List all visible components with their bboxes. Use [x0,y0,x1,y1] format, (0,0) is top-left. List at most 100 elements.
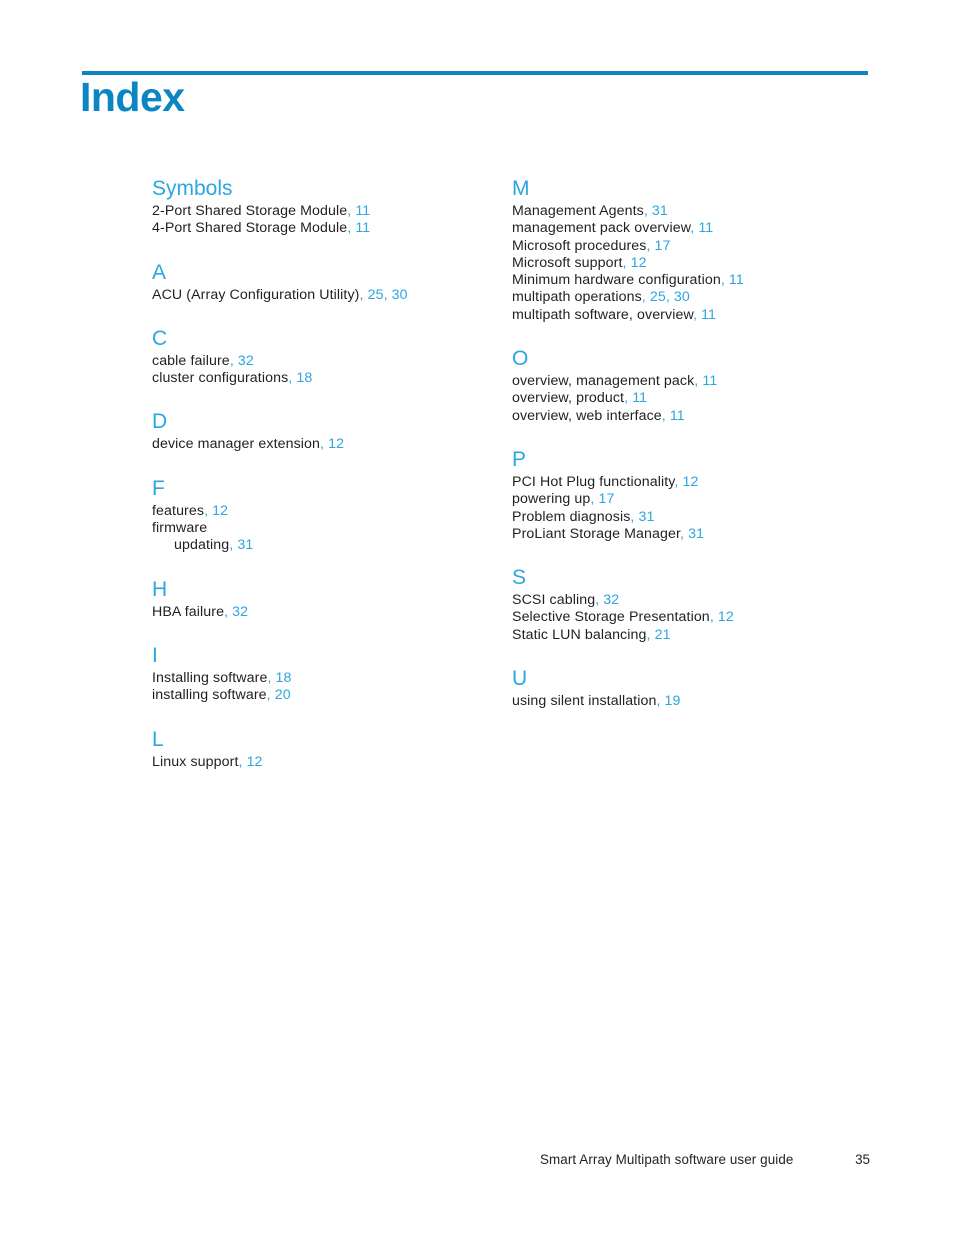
index-entry-pages[interactable]: , 18 [288,370,312,386]
index-column-right: M Management Agents, 31 management pack ov… [512,176,882,710]
index-section-letter: C [152,326,168,350]
index-entry-pages[interactable]: , 11 [721,272,744,288]
index-entry[interactable]: cable failure, 32 [152,353,522,370]
index-entry-label: Microsoft support [512,254,623,271]
index-entry-label: Management Agents [512,203,644,219]
index-section-letter: A [152,260,167,284]
index-section: Ddevice manager extension, 12 [152,409,522,453]
index-entry-pages[interactable]: , 12 [320,436,344,452]
index-entry-pages[interactable]: , 12 [710,609,734,625]
index-entry-label: Linux support [152,753,239,770]
index-entry-pages[interactable]: , 19 [656,693,680,709]
index-entry[interactable]: Installing software, 18 [152,670,522,687]
index-entry[interactable]: ProLiant Storage Manager, 31 [512,526,882,543]
index-entry-label: device manager extension [152,436,321,453]
index-section-letter: S [512,566,527,590]
index-section: Ooverview, management pack, 11 overview, … [512,346,882,425]
index-entry-list: Linux support, 12 [152,754,522,771]
index-entry-list: 2-Port Shared Storage Module, 11 4-Port S… [152,203,522,238]
index-entry[interactable]: cluster configurations, 18 [152,370,522,387]
index-entry-pages[interactable]: , 12 [204,503,228,519]
index-entry[interactable]: installing software, 20 [152,687,522,704]
index-entry-pages[interactable]: , 31 [630,509,654,525]
index-entry[interactable]: Problem diagnosis, 31 [512,509,882,526]
index-entry[interactable]: SCSI cabling, 32 [512,592,882,609]
index-entry[interactable]: multipath software, overview, 11 [512,307,882,324]
index-section-letter: D [152,410,168,434]
index-section-letter: P [512,447,527,471]
index-section: H HBA failure, 32 [152,577,522,621]
index-entry-pages[interactable]: , 12 [674,474,698,490]
index-entry[interactable]: overview, web interface, 11 [512,408,882,425]
index-entry-pages[interactable]: , 32 [224,604,248,620]
index-entry[interactable]: PCI Hot Plug functionality, 12 [512,474,882,491]
index-section-letter: L [152,727,164,751]
index-entry-pages[interactable]: , 25, 30 [642,289,690,305]
index-entry-label: PCI Hot Plug functionality [512,473,675,490]
index-entry-pages[interactable]: , 20 [267,687,291,703]
index-entry[interactable]: Microsoft procedures, 17 [512,238,882,255]
index-entry[interactable]: Microsoft support, 12 [512,255,882,272]
index-entry-pages[interactable]: , 25, 30 [360,287,408,303]
index-entry[interactable]: Minimum hardware configuration, 11 [512,272,882,289]
index-entry-pages[interactable]: , 17 [590,491,614,507]
index-entry-label: management pack overview [512,220,691,237]
index-entry[interactable]: overview, management pack, 11 [512,373,882,390]
index-entry-list: PCI Hot Plug functionality, 12 powering u… [512,474,882,543]
index-entry-pages[interactable]: , 12 [623,255,647,271]
index-entry-pages[interactable]: , 11 [347,220,370,236]
header-rule [82,71,868,75]
index-entry-label: firmware [152,520,208,537]
index-section-letter: F [152,476,165,500]
index-entry-pages[interactable]: , 11 [693,307,716,323]
index-entry[interactable]: management pack overview, 11 [512,220,882,237]
index-entry-list: device manager extension, 12 [152,436,522,453]
index-entry[interactable]: ACU (Array Configuration Utility), 25, 3… [152,287,522,304]
index-entry-pages[interactable]: , 11 [347,203,370,219]
index-entry-pages[interactable]: , 31 [229,537,253,553]
index-entry-pages[interactable]: , 11 [694,373,717,389]
index-entry[interactable]: 2-Port Shared Storage Module, 11 [152,203,522,220]
index-entry-pages[interactable]: , 18 [267,670,291,686]
index-entry[interactable]: powering up, 17 [512,491,882,508]
footer-page-number: 35 [855,1152,870,1167]
index-entry[interactable]: device manager extension, 12 [152,436,522,453]
index-entry[interactable]: Linux support, 12 [152,754,522,771]
index-section-letter: Symbols [152,177,233,200]
index-entry-label: updating [174,537,230,554]
index-entry-pages[interactable]: , 21 [647,627,671,643]
index-entry-list: features, 12 firmware updating, 31 [152,503,522,555]
index-entry[interactable]: firmware [152,520,522,537]
index-entry-label: installing software [152,687,267,704]
index-entry-pages[interactable]: , 11 [662,408,685,424]
index-entry-pages[interactable]: , 11 [624,390,647,406]
page-footer: Smart Array Multipath software user guid… [540,1151,870,1169]
index-section: L Linux support, 12 [152,727,522,771]
index-section-letter: M [512,177,530,200]
index-entry-pages[interactable]: , 12 [238,754,262,770]
index-entry[interactable]: multipath operations, 25, 30 [512,289,882,306]
index-entry-pages[interactable]: , 31 [680,526,704,542]
index-entry-label: SCSI cabling [512,592,596,609]
index-entry-pages[interactable]: , 17 [646,238,670,254]
index-section: Ffeatures, 12 firmware updating, 31 [152,476,522,555]
index-entry-pages[interactable]: , 32 [595,592,619,608]
index-entry-list: Installing software, 18 installing softwa… [152,670,522,705]
index-entry[interactable]: HBA failure, 32 [152,604,522,621]
index-entry[interactable]: using silent installation, 19 [512,693,882,710]
index-entry-list: cable failure, 32 cluster configurations,… [152,353,522,388]
index-entry-label: Selective Storage Presentation [512,609,710,626]
index-entry-pages[interactable]: , 32 [230,353,254,369]
index-entry-label: ProLiant Storage Manager [512,525,681,542]
index-section: M Management Agents, 31 management pack ov… [512,176,882,324]
index-entry[interactable]: features, 12 [152,503,522,520]
index-section: A ACU (Array Configuration Utility), 25, … [152,260,522,304]
index-entry[interactable]: Static LUN balancing, 21 [512,627,882,644]
index-entry[interactable]: 4-Port Shared Storage Module, 11 [152,220,522,237]
index-entry[interactable]: Selective Storage Presentation, 12 [512,609,882,626]
index-entry-pages[interactable]: , 31 [644,203,668,219]
index-entry-pages[interactable]: , 11 [690,220,713,236]
index-entry[interactable]: overview, product, 11 [512,390,882,407]
index-entry[interactable]: Management Agents, 31 [512,203,882,220]
index-subentry[interactable]: updating, 31 [152,537,522,554]
